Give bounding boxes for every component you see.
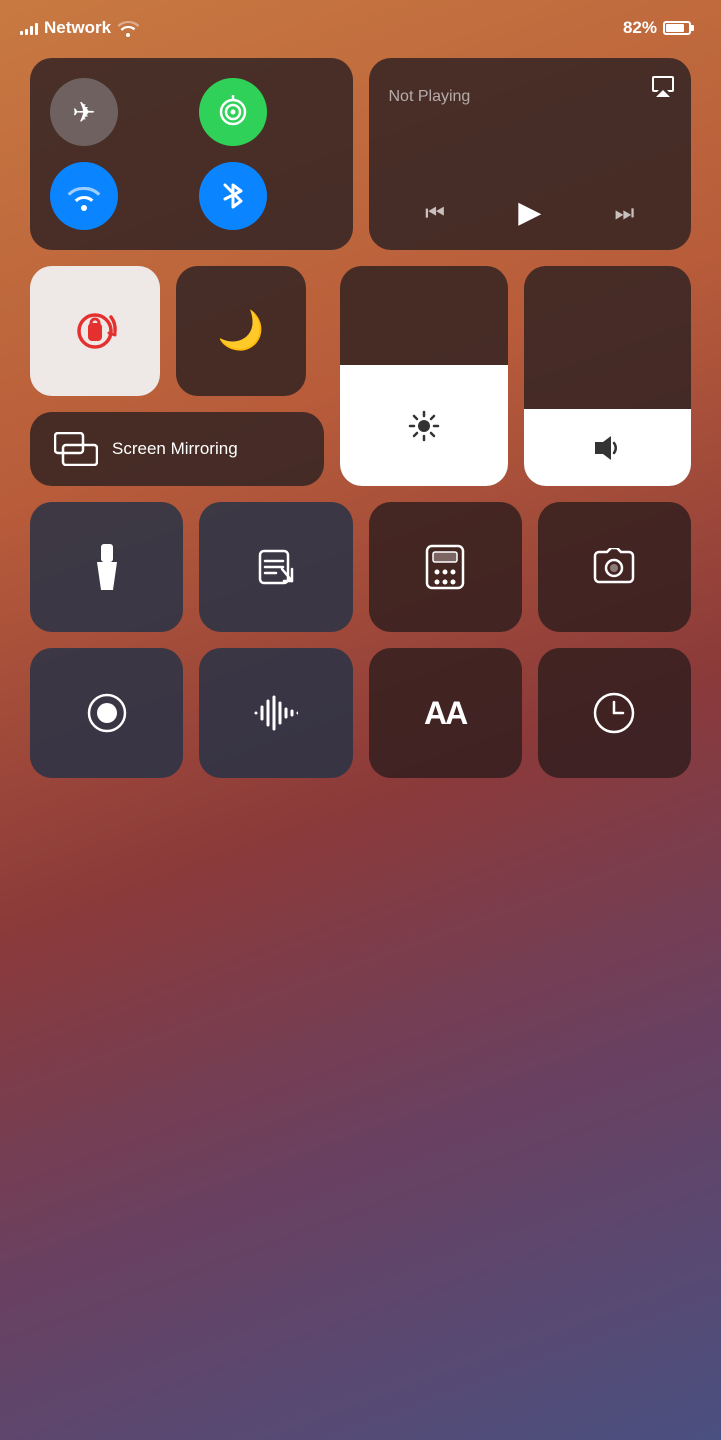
clock-icon — [593, 692, 635, 734]
airplane-mode-button[interactable]: ✈ — [50, 78, 118, 146]
fast-forward-button[interactable]: ⏭ — [615, 200, 635, 226]
calculator-icon — [425, 544, 465, 590]
now-playing-label: Not Playing — [389, 88, 672, 106]
brightness-slider[interactable] — [340, 266, 508, 486]
flashlight-icon — [93, 544, 121, 590]
screen-mirroring-label: Screen Mirroring — [112, 438, 238, 460]
calculator-button[interactable] — [369, 502, 522, 632]
sliders-section — [340, 266, 691, 486]
notes-icon — [256, 547, 296, 587]
flashlight-button[interactable] — [30, 502, 183, 632]
airplay-icon[interactable] — [650, 73, 676, 105]
row-extras: AA — [30, 648, 691, 778]
screen-mirroring-icon — [54, 432, 98, 466]
row-connectivity: ✈ — [30, 58, 691, 250]
camera-button[interactable] — [538, 502, 691, 632]
carrier-label: Network — [44, 18, 111, 38]
rewind-button[interactable]: ⏮ — [425, 200, 445, 226]
left-controls-column: 🌙 Screen Mirroring — [30, 266, 324, 486]
status-right: 82% — [623, 18, 691, 38]
network-block[interactable]: ✈ — [30, 58, 353, 250]
cellular-button[interactable] — [199, 78, 267, 146]
brightness-icon — [408, 410, 440, 442]
now-playing-block[interactable]: Not Playing ⏮ ▶ ⏭ — [369, 58, 692, 250]
notes-button[interactable] — [199, 502, 352, 632]
camera-icon — [592, 548, 636, 586]
volume-icon — [591, 432, 623, 464]
do-not-disturb-button[interactable]: 🌙 — [176, 266, 306, 396]
screen-record-icon — [87, 693, 127, 733]
battery-fill — [666, 24, 684, 32]
voice-memos-button[interactable] — [199, 648, 352, 778]
signal-bars-icon — [20, 21, 38, 35]
control-center: ✈ — [0, 58, 721, 778]
playback-controls: ⏮ ▶ ⏭ — [389, 195, 672, 230]
row-utilities — [30, 502, 691, 632]
wifi-icon — [65, 181, 103, 211]
bar1 — [20, 31, 23, 35]
middle-section: 🌙 Screen Mirroring — [30, 266, 691, 486]
lock-rotation-icon — [69, 305, 121, 357]
bar4 — [35, 23, 38, 35]
screen-mirroring-button[interactable]: Screen Mirroring — [30, 412, 324, 486]
clock-button[interactable] — [538, 648, 691, 778]
battery-icon — [663, 21, 691, 35]
small-buttons-row: 🌙 — [30, 266, 324, 396]
play-button[interactable]: ▶ — [518, 195, 541, 230]
lock-rotation-button[interactable] — [30, 266, 160, 396]
wifi-button[interactable] — [50, 162, 118, 230]
text-size-button[interactable]: AA — [369, 648, 522, 778]
wifi-status-icon — [117, 19, 139, 37]
voice-memos-icon — [254, 695, 298, 731]
airplane-icon: ✈ — [72, 96, 95, 129]
bluetooth-icon — [219, 177, 247, 215]
bar2 — [25, 29, 28, 35]
cellular-icon — [216, 95, 250, 129]
battery-percent: 82% — [623, 18, 657, 38]
screen-record-button[interactable] — [30, 648, 183, 778]
status-left: Network — [20, 18, 139, 38]
status-bar: Network 82% — [0, 0, 721, 48]
volume-slider[interactable] — [524, 266, 692, 486]
bar3 — [30, 26, 33, 35]
text-size-icon: AA — [424, 695, 466, 732]
moon-icon: 🌙 — [217, 309, 264, 353]
bluetooth-button[interactable] — [199, 162, 267, 230]
